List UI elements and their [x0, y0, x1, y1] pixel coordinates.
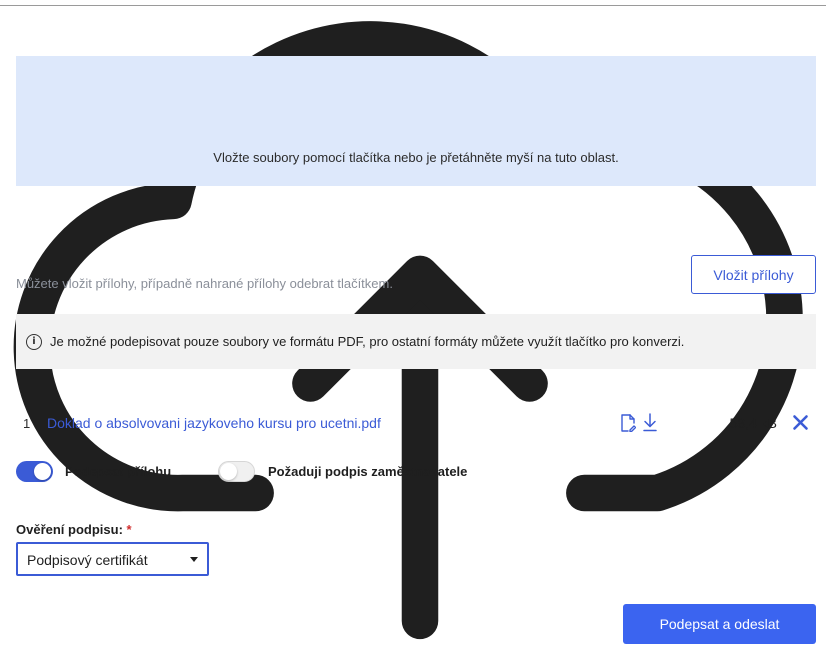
- employer-signature-toggle[interactable]: [218, 461, 255, 482]
- caret-down-icon: [190, 557, 198, 562]
- info-text: Je možné podepisovat pouze soubory ve fo…: [50, 334, 685, 349]
- sign-document-icon[interactable]: [620, 414, 636, 432]
- dropzone-instructions: Vložte soubory pomocí tlačítka nebo je p…: [213, 150, 619, 165]
- signature-verification-select[interactable]: Podpisový certifikát: [16, 542, 209, 576]
- file-index: 1: [23, 416, 31, 431]
- attachments-hint: Můžete vložit přílohy, případně nahrané …: [16, 276, 393, 291]
- signature-verification-label: Ověření podpisu: *: [16, 522, 132, 537]
- download-icon[interactable]: [642, 413, 658, 432]
- file-size: 58,4 kB: [729, 415, 777, 431]
- signature-verification-label-text: Ověření podpisu:: [16, 522, 123, 537]
- toggle-knob: [220, 463, 237, 480]
- employer-signature-label: Požaduji podpis zaměstnavatele: [268, 464, 468, 479]
- sign-attachment-toggle[interactable]: [16, 461, 53, 482]
- required-mark: *: [126, 522, 132, 537]
- upload-dropzone[interactable]: [16, 56, 816, 186]
- toggle-knob: [34, 463, 51, 480]
- insert-attachments-button[interactable]: Vložit přílohy: [691, 255, 816, 294]
- sign-and-send-button[interactable]: Podepsat a odeslat: [623, 604, 816, 644]
- top-divider: [0, 5, 826, 6]
- select-value: Podpisový certifikát: [27, 552, 148, 568]
- sign-attachment-label: Podepsat přílohu: [65, 464, 172, 479]
- file-name-link[interactable]: Doklad o absolvovani jazykoveho kursu pr…: [47, 415, 381, 431]
- info-icon: i: [26, 334, 42, 350]
- close-icon[interactable]: [792, 414, 809, 431]
